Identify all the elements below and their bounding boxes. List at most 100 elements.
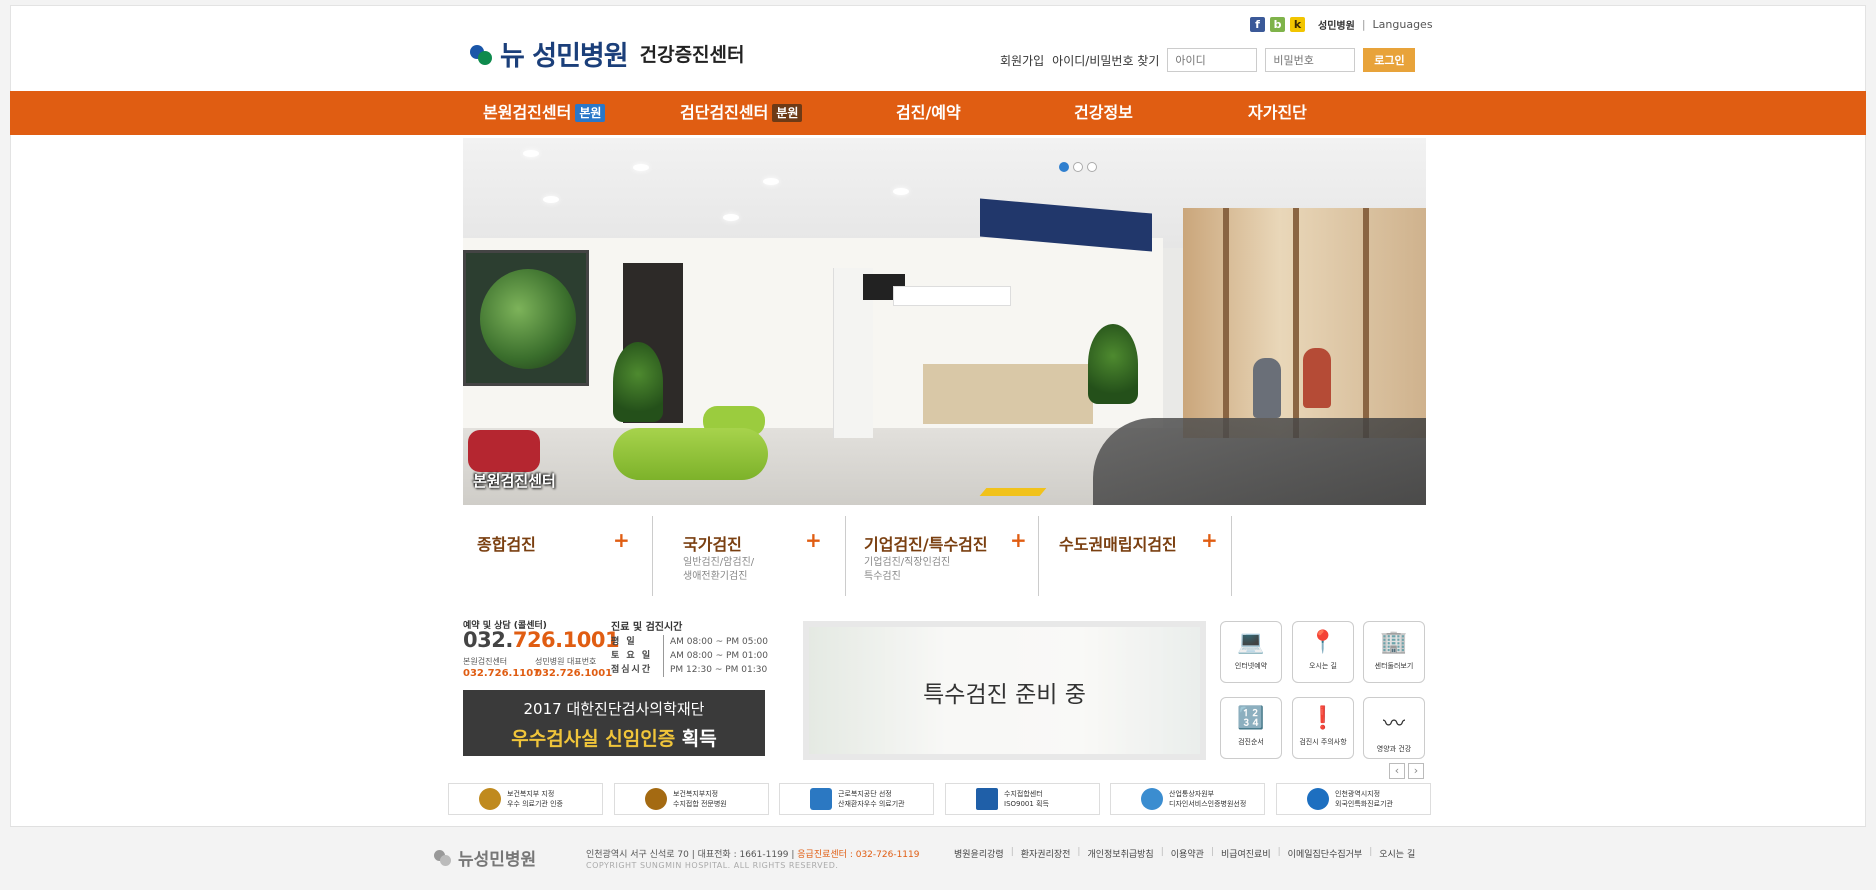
divider: | (1361, 18, 1366, 31)
cert-item[interactable]: 인천광역시지정 외국인특화진료기관 (1276, 783, 1431, 815)
ceiling-light (763, 178, 779, 185)
plus-icon[interactable]: + (1010, 528, 1027, 552)
hospital-link[interactable]: 성민병원 (1318, 17, 1355, 32)
center-tour-button[interactable]: 🏢 센터둘러보기 (1363, 621, 1425, 683)
sub-phone: 032.726.1107 (463, 668, 541, 679)
footer-link[interactable]: 이용약관 (1171, 847, 1204, 860)
main-nav: 본원검진센터 본원 검단검진센터 분원 검진/예약 건강정보 자가진단 (10, 91, 1866, 135)
logo-mark-icon (470, 41, 492, 67)
quick-menu-title: 수도권매립지검진 (1059, 535, 1177, 554)
login-button[interactable]: 로그인 (1363, 48, 1416, 72)
icon-button-label: 검진시 주의사항 (1299, 738, 1347, 746)
footer-link[interactable]: 병원윤리강령 (954, 847, 1004, 860)
hero-slider[interactable]: 본원검진센터 (463, 138, 1426, 505)
quick-menu-national[interactable]: 국가검진 + 일반검진/암검진/ 생애전환기검진 (653, 516, 846, 596)
reception-desk (923, 364, 1093, 424)
cert-item[interactable]: 근로복지공단 선정 산재환자우수 의료기관 (779, 783, 934, 815)
exam-order-button[interactable]: 🔢 검진순서 (1220, 697, 1282, 759)
iso-logo-icon (976, 788, 998, 810)
cert-text: 인천광역시지정 외국인특화진료기관 (1335, 790, 1393, 808)
cert-text: 보건복지부지정 수지접합 전문병원 (673, 790, 727, 808)
blog-icon[interactable]: b (1270, 17, 1285, 32)
slider-dot[interactable] (1087, 162, 1097, 172)
icon-grid-pager: ‹ › (1389, 763, 1424, 779)
footer-link[interactable]: 비급여진료비 (1221, 847, 1271, 860)
footer-copyright: COPYRIGHT SUNGMIN HOSPITAL. ALL RIGHTS R… (586, 861, 839, 870)
incheon-logo-icon (1307, 788, 1329, 810)
cert-item[interactable]: 보건복지부 지정 우수 의료기관 인증 (448, 783, 603, 815)
cert-item[interactable]: 산업통상자원부 디자인서비스인증병원선정 (1110, 783, 1265, 815)
password-input[interactable] (1265, 48, 1356, 72)
join-link[interactable]: 회원가입 (1000, 52, 1044, 69)
footer-link[interactable]: 개인정보취급방침 (1087, 847, 1153, 860)
slider-dots (1059, 162, 1097, 172)
cert-item[interactable]: 보건복지부지정 수지접합 전문병원 (614, 783, 769, 815)
footer-logo[interactable]: 뉴성민병원 (434, 845, 536, 870)
cert-item[interactable]: 수지접합센터 ISO9001 획득 (945, 783, 1100, 815)
nav-label: 검단검진센터 (680, 103, 769, 122)
hours-table: 진료 및 검진시간 평 일 AM 08:00 ~ PM 05:00 토 요 일 AM… (611, 618, 768, 677)
nav-label: 자가진단 (1248, 103, 1307, 122)
reception-sign (893, 286, 1011, 306)
contact-phone: 032.726.1001 (463, 628, 620, 652)
health-wave-icon: 〰 (1382, 712, 1405, 737)
ceiling-light (543, 196, 559, 203)
directions-button[interactable]: 📍 오시는 길 (1292, 621, 1354, 683)
quick-menu-title: 종합검진 (477, 535, 536, 554)
quick-menu-sub: 일반검진/암검진/ 생애전환기검진 (683, 557, 755, 582)
logo-subtitle: 건강증진센터 (639, 44, 745, 66)
green-sofa (613, 428, 768, 480)
site-logo[interactable]: 뉴 성민병원 건강증진센터 (470, 34, 745, 73)
footer-logo-mark-icon (434, 848, 452, 868)
certificate-seal-icon (479, 788, 501, 810)
person (1253, 358, 1281, 418)
footer-link[interactable]: 이메일집단수집거부 (1288, 847, 1363, 860)
nav-item-main-center[interactable]: 본원검진센터 본원 (483, 91, 606, 135)
chevron-right-icon[interactable]: › (1408, 763, 1424, 779)
ceiling-light (523, 150, 539, 157)
nav-tag: 분원 (772, 104, 803, 122)
floor-marker (979, 488, 1047, 496)
footer-logo-name: 뉴성민병원 (458, 850, 537, 870)
languages-link[interactable]: Languages (1373, 18, 1433, 31)
icon-button-label: 검진순서 (1238, 738, 1264, 746)
plus-icon[interactable]: + (805, 528, 822, 552)
id-input[interactable] (1167, 48, 1258, 72)
cert-text: 수지접합센터 ISO9001 획득 (1004, 790, 1049, 808)
award-banner[interactable]: 2017 대한진단검사의학재단 우수검사실 신임인증 획득 (463, 690, 765, 756)
footer-address: 인천광역시 서구 신석로 70 | 대표전화 : 1661-1199 | 응급진… (586, 850, 920, 860)
chevron-left-icon[interactable]: ‹ (1389, 763, 1405, 779)
footer-link[interactable]: 오시는 길 (1379, 847, 1415, 860)
plant (1088, 324, 1138, 404)
nav-item-self-diagnosis[interactable]: 자가진단 (1248, 91, 1307, 135)
kakao-icon[interactable]: k (1290, 17, 1305, 32)
promo-banner[interactable]: 특수검진 준비 중 (803, 621, 1206, 760)
nav-label: 검진/예약 (896, 103, 961, 122)
nutrition-health-button[interactable]: 〰 영양과 건강 (1363, 697, 1425, 759)
quick-menu-landfill[interactable]: 수도권매립지검진 + (1039, 516, 1232, 596)
welfare-logo-icon (810, 788, 832, 810)
online-reservation-button[interactable]: 💻 인터넷예약 (1220, 621, 1282, 683)
quick-menu-comprehensive[interactable]: 종합검진 + (463, 516, 653, 596)
caution-icon: ❗ (1309, 706, 1337, 731)
exam-caution-button[interactable]: ❗ 검진시 주의사항 (1292, 697, 1354, 759)
slider-dot[interactable] (1059, 162, 1069, 172)
nav-item-reservation[interactable]: 검진/예약 (896, 91, 961, 135)
plus-icon[interactable]: + (1201, 528, 1218, 552)
facebook-icon[interactable]: f (1250, 17, 1265, 32)
ceiling-light (723, 214, 739, 221)
quick-menu-title: 기업검진/특수검진 (864, 535, 988, 554)
nav-item-health-info[interactable]: 건강정보 (1074, 91, 1133, 135)
quick-menu-corporate[interactable]: 기업검진/특수검진 + 기업검진/직장인검진 특수검진 (846, 516, 1039, 596)
footer-link[interactable]: 환자권리장전 (1021, 847, 1071, 860)
cert-text: 산업통상자원부 디자인서비스인증병원선정 (1169, 790, 1247, 808)
find-id-link[interactable]: 아이디/비밀번호 찾기 (1052, 52, 1159, 69)
plus-icon[interactable]: + (613, 528, 630, 552)
nav-label: 본원검진센터 (483, 103, 572, 122)
icon-button-label: 인터넷예약 (1234, 662, 1268, 670)
plant (613, 342, 663, 422)
nav-item-geomdan-center[interactable]: 검단검진센터 분원 (680, 91, 803, 135)
hours-row: 평 일 AM 08:00 ~ PM 05:00 (611, 635, 768, 649)
nav-tag: 본원 (575, 104, 606, 122)
slider-dot[interactable] (1073, 162, 1083, 172)
